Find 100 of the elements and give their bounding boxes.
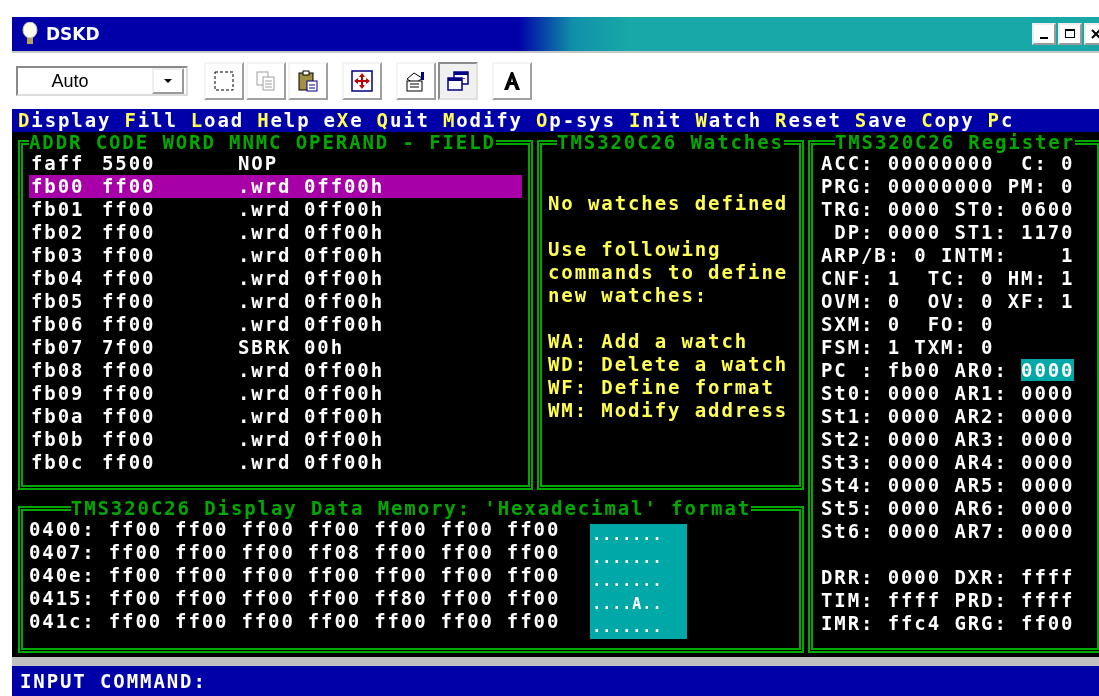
memory-word: ff00 <box>241 610 295 633</box>
memory-address: 040e: <box>29 564 96 587</box>
panel-title: TMS320C26 Watches <box>557 132 784 152</box>
register-line: St0: 0000 AR1: 0000 <box>821 382 1075 404</box>
menu-item[interactable]: eXe <box>323 109 364 132</box>
watch-command: WA: Add a watch <box>548 330 750 353</box>
memory-word: ff00 <box>241 587 295 610</box>
code-row[interactable]: fb01 ff00 .wrd 0ff00h <box>29 198 522 221</box>
font-tool-button[interactable] <box>492 62 532 100</box>
ascii-text: ....... <box>592 526 663 544</box>
close-icon <box>1090 28 1099 40</box>
memory-address: 0407: <box>29 541 96 564</box>
panel-title: TMS320C26 Display Data Memory: 'Hexadecimal' format <box>70 498 752 518</box>
windows-tool-button[interactable] <box>438 62 478 100</box>
code-row[interactable]: fb0c ff00 .wrd 0ff00h <box>29 451 522 474</box>
register-line: St5: 0000 AR6: 0000 <box>821 497 1075 519</box>
register-line: PRG: 00000000 PM: 0 <box>821 175 1075 197</box>
watch-command: WF: Define format <box>548 376 776 399</box>
memory-word: ff00 <box>307 587 362 610</box>
menu-item[interactable]: S ave <box>854 109 909 132</box>
memory-word: ff00 <box>440 518 494 541</box>
menu-item[interactable]: Watch <box>695 109 763 132</box>
register-line: St6: 0000 AR7: 0000 <box>821 520 1075 542</box>
dashed-rectangle-icon <box>212 69 236 93</box>
ascii-text: ....... <box>592 618 663 636</box>
memory-word: ff80 <box>374 587 428 610</box>
menu-item[interactable]: Help <box>257 109 311 132</box>
properties-tool-button[interactable] <box>396 62 436 100</box>
menu-item[interactable]: Reset <box>775 109 842 132</box>
menu-item[interactable]: F ill <box>124 109 178 132</box>
move-tool-button[interactable] <box>342 62 382 100</box>
ascii-text: ....A.. <box>592 595 663 613</box>
register-line: St4: 0000 AR5: 0000 <box>821 474 1075 496</box>
code-row[interactable]: fb05 ff00 .wrd 0ff00h <box>29 290 522 313</box>
memory-word: ff00 <box>108 610 163 633</box>
dropdown-arrow-icon <box>164 79 172 83</box>
copy-icon <box>254 69 278 93</box>
register-line: OVM: 0 OV: 0 XF: 1 <box>821 290 1075 312</box>
menu-item[interactable]: Display <box>18 109 112 132</box>
light-bulb-icon <box>22 22 38 46</box>
move-arrows-icon <box>350 69 374 93</box>
code-row[interactable]: fb06 ff00 .wrd 0ff00h <box>29 313 522 336</box>
memory-word: ff00 <box>307 564 362 587</box>
memory-word: ff00 <box>440 564 494 587</box>
code-row[interactable]: fb08 ff00 .wrd 0ff00h <box>29 359 522 382</box>
menu-item[interactable]: I nit <box>629 109 683 132</box>
memory-address: 0415: <box>29 587 96 610</box>
code-row[interactable]: fb04 ff00 .wrd 0ff00h <box>29 267 522 290</box>
code-row[interactable]: fb0a ff00 .wrd 0ff00h <box>29 405 522 428</box>
memory-word: ff00 <box>506 610 561 633</box>
memory-word: ff00 <box>506 587 561 610</box>
memory-word: ff00 <box>175 518 229 541</box>
register-line: PC : fb00 AR0: <box>821 359 1009 381</box>
code-row[interactable]: fb09 ff00 .wrd 0ff00h <box>29 382 522 405</box>
menu-item[interactable]: Op-sys <box>535 109 616 132</box>
paste-tool-button[interactable] <box>288 62 328 100</box>
window-title: DSKD <box>46 24 100 44</box>
memory-word: ff00 <box>440 610 494 633</box>
menu-item[interactable]: Q uit <box>376 109 430 132</box>
maximize-button[interactable] <box>1058 23 1082 45</box>
memory-word: ff00 <box>506 564 561 587</box>
code-row[interactable]: faff 5500 NOP <box>29 152 522 175</box>
memory-word: ff08 <box>307 541 362 564</box>
register-line: ARP/B: 0 INTM: 1 <box>821 244 1075 266</box>
watch-help-text: Use following commands to define new watches: <box>548 238 790 307</box>
memory-word: ff00 <box>108 564 163 587</box>
memory-word: ff00 <box>374 564 428 587</box>
minimize-icon <box>1040 37 1048 39</box>
register-line: St3: 0000 AR4: 0000 <box>821 451 1075 473</box>
register-line: FSM: 1 TXM: 0 <box>821 336 995 358</box>
menu-item[interactable]: P c <box>987 109 1015 132</box>
maximize-icon <box>1064 28 1076 40</box>
watch-command: WD: Delete a watch <box>548 353 790 376</box>
watch-command: WM: Modify address <box>548 399 790 422</box>
code-row[interactable]: fb02 ff00 .wrd 0ff00h <box>29 221 522 244</box>
minimize-button[interactable] <box>1032 23 1056 45</box>
memory-word: ff00 <box>374 518 428 541</box>
menu-item[interactable]: Load <box>190 109 245 132</box>
memory-word: ff00 <box>175 610 229 633</box>
select-tool-button[interactable] <box>204 62 244 100</box>
menu-item[interactable]: Copy <box>921 109 975 132</box>
memory-word: ff00 <box>440 541 494 564</box>
memory-word: ff00 <box>108 541 163 564</box>
register-line: DP: 0000 ST1: 1170 <box>833 221 1075 243</box>
code-row[interactable]: fb00 ff00 .wrd 0ff00h <box>29 175 522 198</box>
code-row[interactable]: fb03 ff00 .wrd 0ff00h <box>29 244 522 267</box>
memory-word: ff00 <box>374 541 428 564</box>
register-line: St1: 0000 AR2: 0000 <box>821 405 1075 427</box>
memory-word: ff00 <box>108 587 163 610</box>
code-row[interactable]: fb07 7f00 SBRK 00h <box>29 336 522 359</box>
memory-word: ff00 <box>175 564 229 587</box>
menu-item[interactable]: Modify <box>442 109 523 132</box>
register-line: TIM: ffff PRD: ffff <box>821 589 1075 611</box>
memory-word: ff00 <box>440 587 494 610</box>
paste-icon <box>296 69 320 93</box>
register-line: CNF: 1 TC: 0 HM: 1 <box>821 267 1075 289</box>
memory-word: ff00 <box>307 610 362 633</box>
watch-message: No watches defined <box>548 192 790 215</box>
code-row[interactable]: fb0b ff00 .wrd 0ff00h <box>29 428 522 451</box>
mode-dropdown[interactable]: Auto <box>16 66 188 96</box>
